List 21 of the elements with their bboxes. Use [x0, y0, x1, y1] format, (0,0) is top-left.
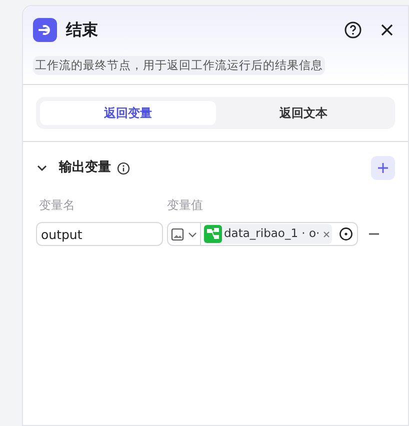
variable-name-field[interactable]: output [36, 222, 163, 246]
node-icon [33, 18, 57, 42]
node-title: 结束 [66, 19, 98, 41]
node-description: 工作流的最终节点，用于返回工作流运行后的结果信息 [33, 56, 325, 76]
target-icon[interactable] [339, 227, 353, 241]
remove-icon[interactable] [322, 230, 330, 238]
add-button[interactable] [371, 156, 395, 180]
help-icon[interactable] [344, 21, 362, 39]
caret-icon [188, 230, 197, 238]
node-icon [204, 225, 222, 243]
tab[interactable]: 返回文本 [216, 101, 391, 125]
image-icon [171, 228, 184, 240]
section-title: 输出变量 [59, 158, 111, 178]
tab[interactable]: 返回变量 [40, 101, 216, 125]
column-header: 变量值 [167, 197, 203, 214]
close-icon[interactable] [380, 23, 394, 37]
column-header: 变量名 [38, 197, 76, 214]
reference-text: data_ribao_1 · o· [224, 225, 320, 242]
plus-icon [377, 162, 389, 174]
variable-value-field[interactable]: data_ribao_1 · o· [167, 222, 358, 246]
info-icon [117, 162, 130, 174]
